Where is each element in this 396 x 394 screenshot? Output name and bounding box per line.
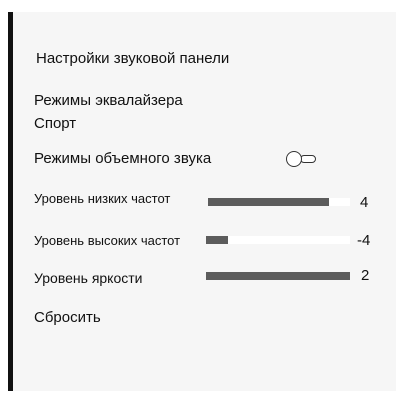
brightness-level-label: Уровень яркости [34,270,143,286]
toggle-track [300,155,316,163]
brightness-level-fill [206,272,350,280]
brightness-level-slider[interactable] [206,272,350,280]
treble-level-slider[interactable] [206,236,350,244]
surround-mode-label: Режимы объемного звука [34,150,212,167]
bass-level-slider[interactable] [208,198,350,206]
treble-level-value: -4 [357,232,371,249]
brightness-level-value: 2 [361,267,370,284]
treble-level-label: Уровень высоких частот [34,233,181,248]
panel-title: Настройки звуковой панели [36,50,230,67]
treble-level-fill [206,236,228,244]
equalizer-mode-label[interactable]: Режимы эквалайзера [34,93,183,108]
toggle-knob [286,151,302,167]
bass-level-label: Уровень низких частот [34,191,171,206]
surround-mode-toggle[interactable] [286,150,322,168]
reset-button[interactable]: Сбросить [34,310,101,325]
soundbar-settings-window: Настройки звуковой панели Режимы эквалай… [0,0,396,394]
bass-level-fill [208,198,329,206]
bass-level-value: 4 [360,194,369,211]
equalizer-mode-value[interactable]: Спорт [34,116,76,131]
